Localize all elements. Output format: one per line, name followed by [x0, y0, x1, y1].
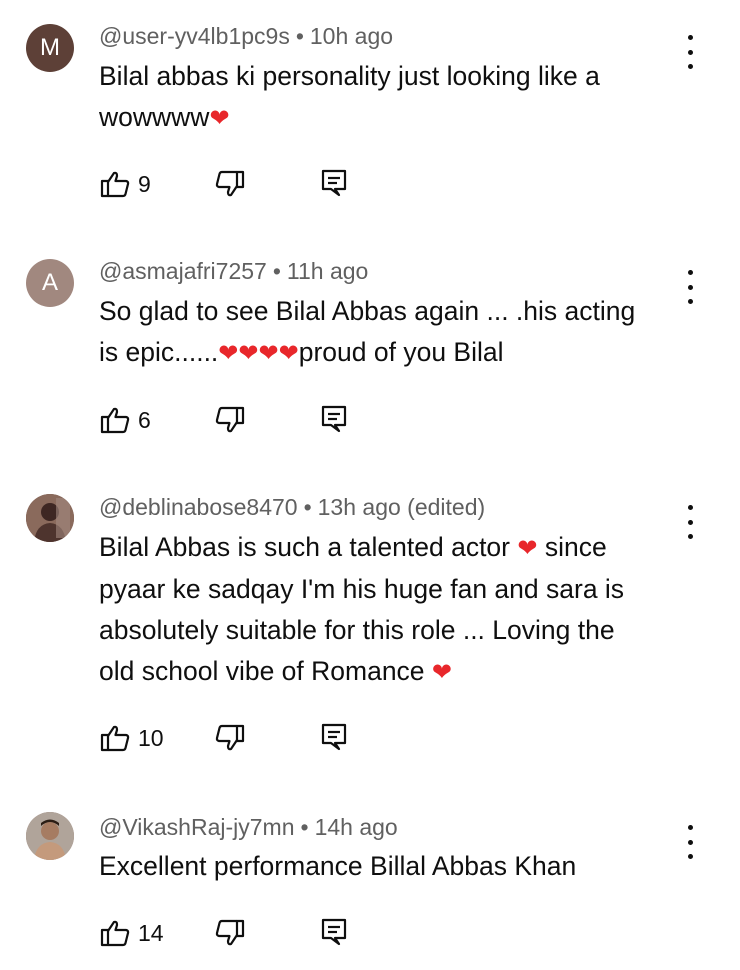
comment-text: So glad to see Bilal Abbas again ... .hi…: [99, 291, 699, 374]
avatar[interactable]: M: [26, 24, 74, 72]
more-options-button[interactable]: [678, 35, 702, 69]
more-dot: [687, 839, 693, 845]
comment-actions: 6: [0, 404, 740, 436]
like-button[interactable]: [99, 722, 131, 754]
comment-text: Bilal Abbas is such a talented actor ❤ s…: [99, 527, 699, 693]
more-options-button[interactable]: [678, 825, 702, 859]
comment-time[interactable]: 11h ago: [287, 258, 368, 284]
comment-line: Bilal abbas ki personality just looking …: [99, 61, 600, 91]
comment-author[interactable]: @asmajafri7257: [99, 258, 267, 284]
more-dot: [687, 299, 693, 304]
comment-actions: 10: [0, 722, 740, 754]
thumbs-down-icon: [215, 170, 245, 197]
more-dot: [687, 49, 693, 55]
thumbs-up-icon: [100, 920, 130, 947]
thumbs-down-icon: [215, 919, 245, 946]
comment-time[interactable]: 14h ago: [315, 814, 398, 840]
comment-author[interactable]: @deblinabose8470: [99, 494, 298, 520]
more-dot: [687, 284, 693, 290]
comment-author[interactable]: @VikashRaj-jy7mn: [99, 814, 295, 840]
thumbs-down-icon: [215, 406, 245, 433]
avatar[interactable]: A: [26, 259, 74, 307]
comment-line: Bilal Abbas is such a talented actor ❤ s…: [99, 527, 699, 569]
comment-line: absolutely suitable for this role ... Lo…: [99, 615, 615, 645]
more-dot: [687, 64, 693, 69]
comment-line-text: proud of you Bilal: [298, 337, 504, 367]
comment-line-text: since: [544, 532, 607, 562]
like-button[interactable]: [99, 404, 131, 436]
comment-meta: @asmajafri7257 • 11h ago: [99, 257, 368, 285]
avatar[interactable]: [26, 494, 74, 542]
thumbs-down-icon: [215, 724, 245, 751]
comment-line: Excellent performance Billal Abbas Khan: [99, 851, 577, 881]
profile-photo-icon: [26, 812, 74, 860]
comment-line-text: old school vibe of Romance: [99, 656, 425, 686]
more-vertical-icon: [687, 270, 693, 275]
comment-line: So glad to see Bilal Abbas again ... .hi…: [99, 296, 636, 326]
heart-emoji: ❤: [517, 534, 538, 562]
like-count: 10: [138, 725, 164, 751]
thumbs-up-icon: [100, 171, 130, 198]
heart-emoji: ❤: [431, 658, 453, 686]
reply-button[interactable]: [320, 168, 348, 198]
meta-separator: •: [300, 814, 309, 840]
dislike-button[interactable]: [214, 168, 246, 200]
comment-meta: @deblinabose8470 • 13h ago (edited): [99, 493, 485, 521]
more-options-button[interactable]: [678, 270, 702, 304]
reply-icon: [321, 723, 347, 751]
meta-separator: •: [303, 494, 312, 520]
like-count: 6: [138, 407, 151, 433]
comment-line: old school vibe of Romance ❤: [99, 651, 699, 693]
more-dot: [687, 854, 693, 859]
more-dot: [687, 534, 693, 539]
like-count: 9: [138, 171, 151, 197]
meta-separator: •: [295, 23, 304, 49]
reply-icon: [321, 405, 347, 433]
heart-emoji: ❤: [209, 104, 230, 132]
reply-icon: [321, 918, 347, 946]
dislike-button[interactable]: [214, 917, 246, 949]
like-count: 14: [138, 920, 164, 946]
like-button[interactable]: [99, 917, 131, 949]
thumbs-up-icon: [100, 725, 130, 752]
comment-line-text: is epic......: [99, 337, 219, 367]
more-vertical-icon: [687, 35, 693, 40]
more-vertical-icon: [687, 825, 693, 830]
comment-text: Bilal abbas ki personality just looking …: [99, 56, 699, 139]
comment-actions: 14: [0, 917, 740, 949]
comment-line-text: Bilal Abbas is such a talented actor: [99, 532, 510, 562]
like-button[interactable]: [99, 168, 131, 200]
dislike-button[interactable]: [214, 722, 246, 754]
comment-text: Excellent performance Billal Abbas Khan: [99, 846, 699, 887]
comment-line: wowwww❤: [99, 97, 699, 139]
comment-actions: 9: [0, 168, 740, 200]
comment-line-text: wowwww: [99, 102, 210, 132]
heart-emoji: ❤❤❤❤: [218, 339, 299, 367]
comment-meta: @user-yv4lb1pc9s • 10h ago: [99, 22, 393, 50]
more-dot: [687, 519, 693, 525]
comment-line: pyaar ke sadqay I'm his huge fan and sar…: [99, 574, 625, 604]
meta-separator: •: [272, 258, 281, 284]
comment-line: is epic......❤❤❤❤proud of you Bilal: [99, 332, 699, 374]
reply-button[interactable]: [320, 722, 348, 752]
profile-photo-icon: [26, 494, 74, 542]
reply-button[interactable]: [320, 404, 348, 434]
comment-author[interactable]: @user-yv4lb1pc9s: [99, 23, 290, 49]
thumbs-up-icon: [100, 407, 130, 434]
avatar-letter: M: [40, 34, 60, 61]
comment-time[interactable]: 10h ago: [310, 23, 393, 49]
reply-icon: [321, 169, 347, 197]
comment-time[interactable]: 13h ago (edited): [318, 494, 486, 520]
dislike-button[interactable]: [214, 404, 246, 436]
comment-meta: @VikashRaj-jy7mn • 14h ago: [99, 813, 398, 841]
avatar[interactable]: [26, 812, 74, 860]
more-vertical-icon: [687, 505, 693, 510]
more-options-button[interactable]: [678, 505, 702, 539]
avatar-letter: A: [41, 269, 58, 296]
reply-button[interactable]: [320, 917, 348, 947]
